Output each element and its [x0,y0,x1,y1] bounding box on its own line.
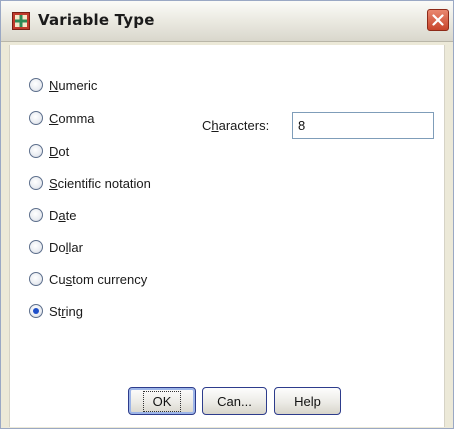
radio-label: Dollar [49,239,83,255]
radio-string[interactable]: String [29,301,83,321]
radio-label: Custom currency [49,271,148,287]
radio-button[interactable] [29,78,43,92]
cancel-button-label: Can... [217,393,252,409]
spss-variable-icon [12,12,30,30]
help-button[interactable]: Help [274,387,341,415]
radio-dollar[interactable]: Dollar [29,237,83,257]
radio-button[interactable] [29,240,43,254]
radio-date[interactable]: Date [29,205,76,225]
radio-label: Date [49,207,77,223]
cancel-button[interactable]: Can... [202,387,267,415]
radio-custom-currency[interactable]: Custom currency [29,269,147,289]
characters-input[interactable] [292,112,434,139]
radio-button[interactable] [29,111,43,125]
radio-button[interactable] [29,144,43,158]
title-bar[interactable]: Variable Type [1,1,453,42]
close-x-icon [432,14,444,26]
close-button[interactable] [427,9,449,31]
radio-selected-dot [33,308,39,314]
ok-button-label: OK [142,390,182,412]
radio-numeric[interactable]: Numeric [29,75,97,95]
dialog-body [9,45,445,427]
radio-comma[interactable]: Comma [29,108,95,128]
radio-label: String [49,303,83,319]
radio-label: Comma [49,110,95,126]
characters-label: Characters: [202,118,270,133]
ok-button[interactable]: OK [128,387,196,415]
radio-button[interactable] [29,176,43,190]
help-button-label: Help [294,393,321,409]
radio-button[interactable] [29,208,43,222]
radio-label: Scientific notation [49,175,151,191]
variable-type-dialog: Variable Type Numeric Comma Dot Scientif… [0,0,454,429]
dialog-title: Variable Type [38,11,155,29]
radio-label: Numeric [49,77,98,93]
radio-dot[interactable]: Dot [29,141,69,161]
radio-button[interactable] [29,272,43,286]
radio-scientific-notation[interactable]: Scientific notation [29,173,151,193]
radio-label: Dot [49,143,70,159]
radio-button[interactable] [29,304,43,318]
